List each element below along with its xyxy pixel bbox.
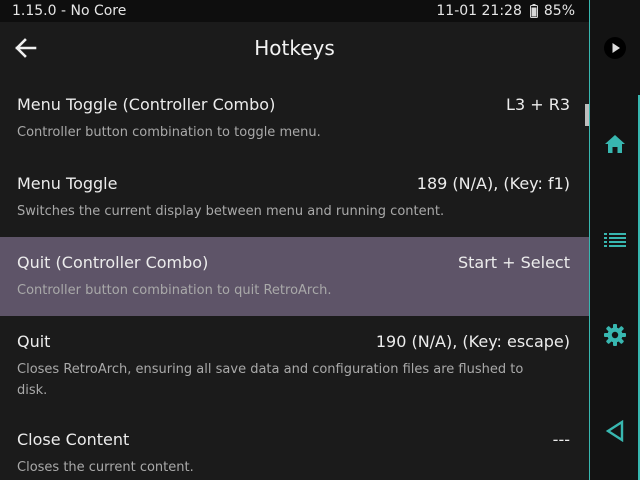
list-item-quit[interactable]: Quit 190 (N/A), (Key: escape) Closes Ret… [0,317,589,416]
list-item-menu-toggle[interactable]: Menu Toggle 189 (N/A), (Key: f1) Switche… [0,159,589,237]
home-icon [605,135,625,153]
item-label: Menu Toggle [17,174,118,193]
gear-icon [604,324,626,346]
item-value: 190 (N/A), (Key: escape) [375,332,570,351]
sidebar-list-button[interactable] [590,220,640,260]
item-description: Controller button combination to toggle … [17,125,321,140]
list-item-menu-toggle-combo[interactable]: Menu Toggle (Controller Combo) L3 + R3 C… [0,80,589,158]
retroarch-screen: 1.15.0 - No Core 11-01 21:28 85% Hotkeys… [0,0,640,480]
back-triangle-icon [605,420,624,442]
status-datetime: 11-01 21:28 [436,3,522,19]
item-label: Quit [17,332,51,351]
item-description: Switches the current display between men… [17,204,445,219]
list-item-close-content[interactable]: Close Content --- Closes the current con… [0,416,589,480]
page-title: Hotkeys [254,36,335,60]
item-value: --- [552,430,570,449]
sidebar-back-button[interactable] [590,411,640,451]
arrow-left-icon [15,38,37,58]
item-value: Start + Select [457,253,570,272]
item-label: Menu Toggle (Controller Combo) [17,95,276,114]
item-label: Quit (Controller Combo) [17,253,209,272]
item-value: 189 (N/A), (Key: f1) [416,174,570,193]
play-circle-icon [604,37,626,59]
item-label: Close Content [17,430,130,449]
status-bar: 1.15.0 - No Core 11-01 21:28 85% [0,0,589,22]
status-right: 11-01 21:28 85% [436,2,575,20]
hotkeys-list: Menu Toggle (Controller Combo) L3 + R3 C… [0,80,589,480]
sidebar-home-button[interactable] [590,124,640,164]
battery-icon [529,4,538,18]
status-core-text: 1.15.0 - No Core [12,3,127,19]
item-description: Closes the current content. [17,460,194,475]
item-value: L3 + R3 [506,95,570,114]
back-button[interactable] [12,35,40,61]
sidebar-play-button[interactable] [590,28,640,68]
sidebar [589,0,640,480]
list-icon [604,233,626,247]
item-description: Closes RetroArch, ensuring all save data… [17,362,524,398]
header: Hotkeys [0,22,589,74]
status-battery-level: 85% [543,3,575,19]
list-item-quit-combo[interactable]: Quit (Controller Combo) Start + Select C… [0,237,589,316]
sidebar-settings-button[interactable] [590,315,640,355]
item-description: Controller button combination to quit Re… [17,283,332,298]
